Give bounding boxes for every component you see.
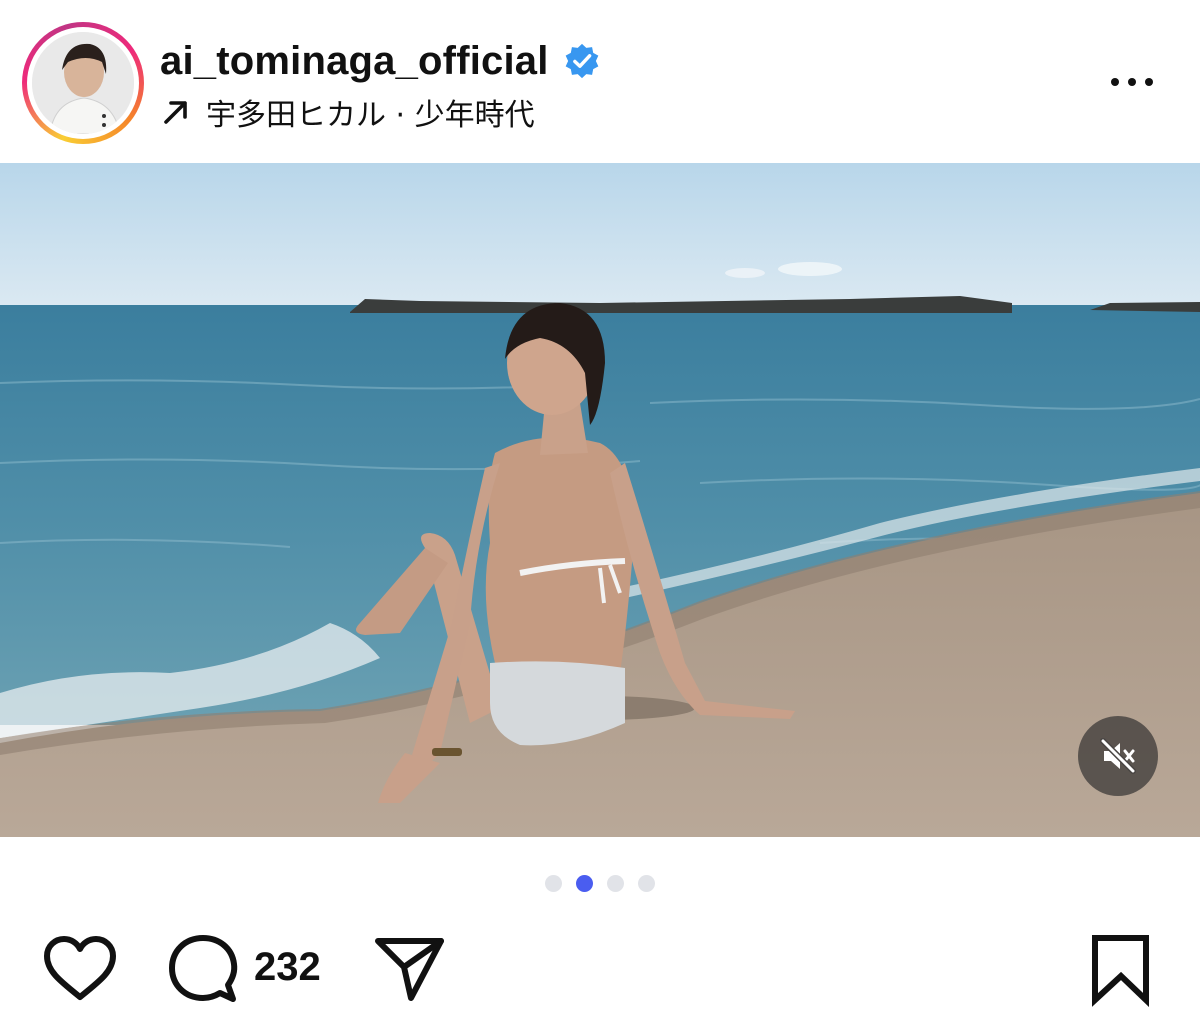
post-media[interactable]	[0, 163, 1200, 837]
mute-button[interactable]	[1078, 716, 1158, 796]
audio-row[interactable]: 宇多田ヒカル · 少年時代	[160, 90, 535, 134]
arrow-up-right-icon	[160, 96, 192, 128]
beach-photo	[0, 163, 1200, 837]
more-options-dot	[1145, 78, 1153, 86]
more-options-icon	[1111, 78, 1119, 86]
audio-label[interactable]: 宇多田ヒカル · 少年時代	[206, 90, 535, 134]
like-button[interactable]	[42, 935, 118, 1005]
avatar[interactable]	[32, 32, 134, 134]
bookmark-icon	[1092, 935, 1149, 1008]
paper-plane-icon	[375, 938, 444, 1001]
avatar-image	[32, 32, 134, 134]
action-bar: 232	[0, 925, 1200, 1015]
story-ring[interactable]	[22, 22, 144, 144]
username-row: ai_tominaga_official	[160, 36, 601, 86]
avatar-gap	[27, 27, 139, 139]
share-button[interactable]	[374, 935, 446, 1007]
more-options-button[interactable]	[1100, 60, 1164, 104]
carousel-dot-active	[576, 874, 593, 892]
verified-badge-icon	[563, 42, 601, 80]
more-options-dot	[1128, 78, 1136, 86]
carousel-dot	[638, 874, 655, 892]
comment-button[interactable]	[166, 933, 240, 1007]
comment-count[interactable]: 232	[254, 942, 321, 992]
post-header: ai_tominaga_official 宇多田ヒカル · 少年時代	[0, 0, 1200, 163]
speaker-muted-icon	[1100, 738, 1136, 774]
carousel-dot	[545, 874, 562, 892]
username[interactable]: ai_tominaga_official	[160, 39, 549, 84]
save-button[interactable]	[1090, 933, 1152, 1008]
comment-bubble-icon	[169, 935, 238, 1002]
carousel-indicator	[0, 874, 1200, 892]
heart-icon	[44, 936, 116, 1000]
carousel-dot	[607, 874, 624, 892]
